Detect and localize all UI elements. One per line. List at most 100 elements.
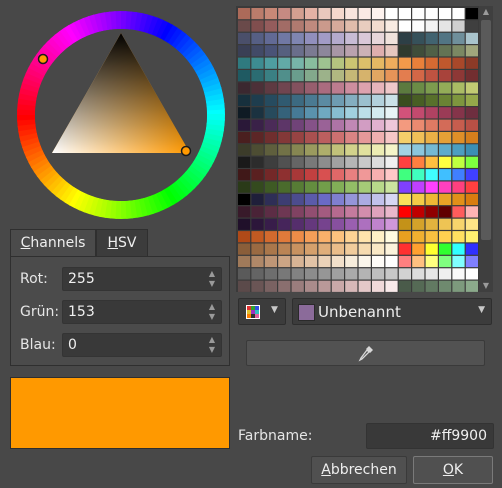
- palette-swatch[interactable]: [345, 70, 358, 82]
- palette-swatch[interactable]: [465, 70, 478, 82]
- palette-swatch[interactable]: [385, 218, 398, 230]
- palette-swatch[interactable]: [305, 57, 318, 69]
- palette-swatch[interactable]: [452, 132, 465, 144]
- palette-swatch[interactable]: [291, 107, 304, 119]
- palette-swatch[interactable]: [345, 57, 358, 69]
- palette-swatch[interactable]: [425, 255, 438, 268]
- palette-swatch[interactable]: [238, 156, 251, 168]
- palette-swatch[interactable]: [452, 20, 465, 32]
- palette-swatch[interactable]: [412, 57, 425, 69]
- palette-swatch[interactable]: [238, 181, 251, 193]
- palette-swatch[interactable]: [291, 57, 304, 69]
- palette-swatch[interactable]: [238, 193, 251, 206]
- palette-swatch[interactable]: [372, 169, 385, 181]
- palette-swatch[interactable]: [331, 94, 344, 106]
- palette-swatch[interactable]: [278, 107, 291, 119]
- palette-swatch[interactable]: [412, 268, 425, 280]
- palette-swatch[interactable]: [372, 280, 385, 292]
- palette-swatch[interactable]: [345, 193, 358, 206]
- palette-swatch[interactable]: [385, 169, 398, 181]
- palette-swatch[interactable]: [318, 45, 331, 57]
- palette-swatch[interactable]: [452, 193, 465, 206]
- palette-swatch[interactable]: [305, 243, 318, 255]
- palette-swatch[interactable]: [305, 70, 318, 82]
- palette-swatch[interactable]: [465, 20, 478, 32]
- palette-swatch[interactable]: [278, 8, 291, 20]
- palette-swatch[interactable]: [318, 218, 331, 230]
- palette-swatch[interactable]: [291, 70, 304, 82]
- palette-swatch[interactable]: [465, 206, 478, 218]
- palette-swatch[interactable]: [425, 132, 438, 144]
- palette-swatch[interactable]: [278, 32, 291, 44]
- hue-ring-segment[interactable]: [206, 113, 225, 121]
- palette-swatch[interactable]: [251, 243, 264, 255]
- palette-swatch[interactable]: [358, 206, 371, 218]
- palette-swatch[interactable]: [398, 231, 411, 243]
- palette-swatch[interactable]: [372, 20, 385, 32]
- palette-swatch[interactable]: [465, 119, 478, 131]
- palette-swatch[interactable]: [345, 94, 358, 106]
- palette-swatch[interactable]: [345, 280, 358, 292]
- palette-swatch[interactable]: [465, 243, 478, 255]
- cancel-button[interactable]: Abbrechen: [311, 456, 407, 484]
- palette-swatch[interactable]: [318, 255, 331, 268]
- palette-swatch[interactable]: [439, 20, 452, 32]
- palette-swatch[interactable]: [372, 82, 385, 94]
- palette-swatch[interactable]: [278, 193, 291, 206]
- palette-swatch[interactable]: [318, 156, 331, 168]
- palette-swatch[interactable]: [305, 193, 318, 206]
- palette-swatch[interactable]: [238, 20, 251, 32]
- ok-button[interactable]: OK: [413, 456, 493, 484]
- palette-swatch[interactable]: [264, 280, 277, 292]
- palette-swatch[interactable]: [305, 181, 318, 193]
- palette-swatch[interactable]: [238, 169, 251, 181]
- palette-swatch[interactable]: [372, 8, 385, 20]
- palette-swatch[interactable]: [291, 218, 304, 230]
- palette-swatch[interactable]: [238, 255, 251, 268]
- palette-swatch[interactable]: [305, 218, 318, 230]
- palette-swatch[interactable]: [251, 8, 264, 20]
- palette-swatch[interactable]: [439, 107, 452, 119]
- palette-swatch[interactable]: [278, 70, 291, 82]
- palette-swatch[interactable]: [358, 119, 371, 131]
- sv-handle[interactable]: [180, 145, 192, 157]
- palette-swatch[interactable]: [398, 243, 411, 255]
- palette-swatch[interactable]: [372, 45, 385, 57]
- palette-swatch[interactable]: [305, 268, 318, 280]
- palette-swatch[interactable]: [358, 280, 371, 292]
- palette-swatch[interactable]: [398, 193, 411, 206]
- palette-swatch[interactable]: [264, 181, 277, 193]
- palette-swatch[interactable]: [264, 144, 277, 156]
- palette-swatch[interactable]: [305, 144, 318, 156]
- palette-swatch[interactable]: [452, 70, 465, 82]
- palette-swatch[interactable]: [439, 231, 452, 243]
- palette-swatch[interactable]: [452, 268, 465, 280]
- palette-swatch[interactable]: [425, 82, 438, 94]
- palette-swatch[interactable]: [238, 45, 251, 57]
- palette-swatch[interactable]: [398, 156, 411, 168]
- palette-swatch[interactable]: [238, 70, 251, 82]
- palette-swatch[interactable]: [291, 181, 304, 193]
- palette-swatch[interactable]: [264, 45, 277, 57]
- palette-swatch[interactable]: [331, 45, 344, 57]
- palette-swatch[interactable]: [345, 8, 358, 20]
- palette-swatch[interactable]: [372, 144, 385, 156]
- palette-swatch[interactable]: [238, 82, 251, 94]
- palette-swatch[interactable]: [465, 57, 478, 69]
- palette-swatch[interactable]: [385, 268, 398, 280]
- palette-swatch[interactable]: [238, 218, 251, 230]
- palette-swatch[interactable]: [251, 20, 264, 32]
- palette-swatch[interactable]: [412, 132, 425, 144]
- palette-swatch[interactable]: [291, 82, 304, 94]
- palette-swatch[interactable]: [385, 280, 398, 292]
- palette-swatch[interactable]: [385, 206, 398, 218]
- palette-swatch[interactable]: [412, 82, 425, 94]
- palette-swatch[interactable]: [412, 181, 425, 193]
- palette-swatch[interactable]: [358, 70, 371, 82]
- palette-swatch[interactable]: [238, 8, 251, 20]
- palette-swatch[interactable]: [358, 218, 371, 230]
- palette-swatch[interactable]: [398, 119, 411, 131]
- palette-swatch[interactable]: [398, 94, 411, 106]
- palette-swatch[interactable]: [331, 119, 344, 131]
- palette-swatch[interactable]: [264, 32, 277, 44]
